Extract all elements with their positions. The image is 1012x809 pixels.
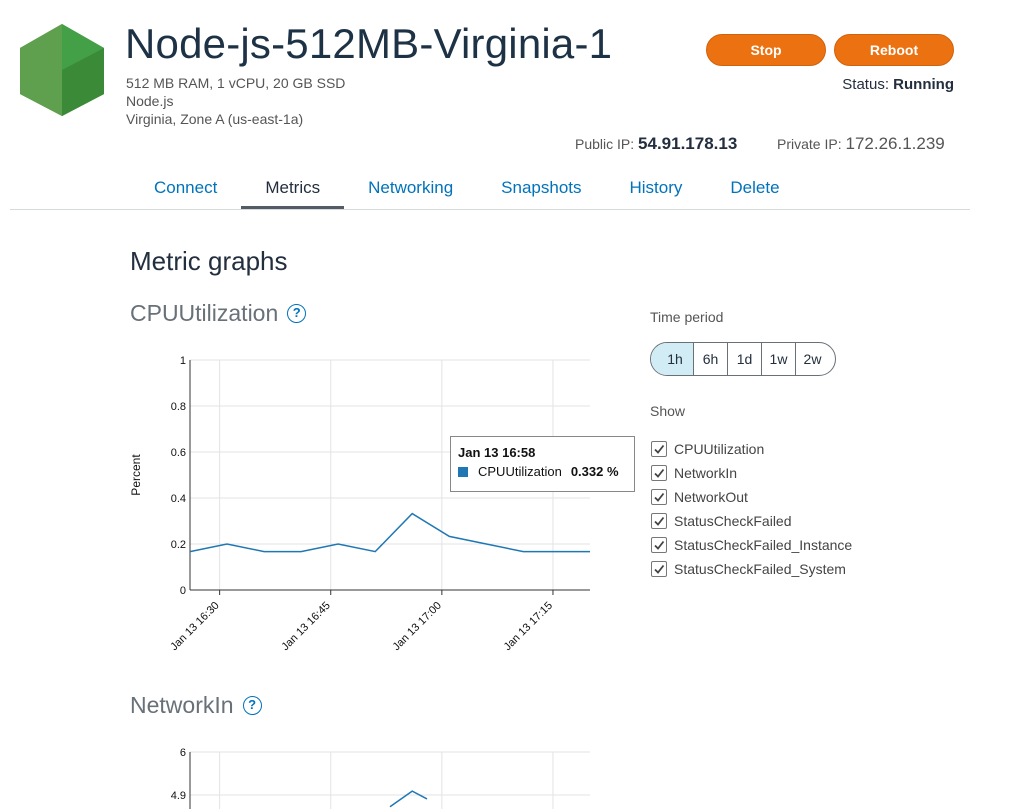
time-period-label: Time period [650,309,724,325]
show-label: Show [650,403,686,419]
checkbox-label: StatusCheckFailed_System [674,561,846,577]
checkbox-networkin[interactable]: NetworkIn [651,461,852,485]
checkbox-cpuutilization[interactable]: CPUUtilization [651,437,852,461]
y-tick-label: 6 [180,747,186,759]
checkbox-label: StatusCheckFailed_Instance [674,537,853,553]
checkbox-statuscheckfailed-system[interactable]: StatusCheckFailed_System [651,557,852,581]
checkbox-icon[interactable] [651,489,667,505]
networkin-chart: 4.96 [171,747,590,809]
checkbox-statuscheckfailed-instance[interactable]: StatusCheckFailed_Instance [651,533,852,557]
period-6h[interactable]: 6h [693,343,727,375]
period-2w[interactable]: 2w [795,343,835,375]
period-1h[interactable]: 1h [651,343,693,375]
period-1w[interactable]: 1w [761,343,795,375]
checkbox-icon[interactable] [651,513,667,529]
networkin-series-line [389,790,428,808]
checkbox-icon[interactable] [651,561,667,577]
checkbox-icon[interactable] [651,441,667,457]
checkbox-label: NetworkIn [674,465,738,481]
checkbox-label: StatusCheckFailed [674,513,792,529]
checkbox-statuscheckfailed[interactable]: StatusCheckFailed [651,509,852,533]
checkbox-label: NetworkOut [674,489,748,505]
checkbox-label: CPUUtilization [674,441,765,457]
checkbox-networkout[interactable]: NetworkOut [651,485,852,509]
period-1d[interactable]: 1d [727,343,761,375]
time-period-selector: 1h 6h 1d 1w 2w [650,342,836,376]
checkbox-icon[interactable] [651,465,667,481]
metric-checkbox-list: CPUUtilization NetworkIn NetworkOut Stat… [651,437,852,581]
checkbox-icon[interactable] [651,537,667,553]
y-tick-label: 4.9 [171,790,186,802]
